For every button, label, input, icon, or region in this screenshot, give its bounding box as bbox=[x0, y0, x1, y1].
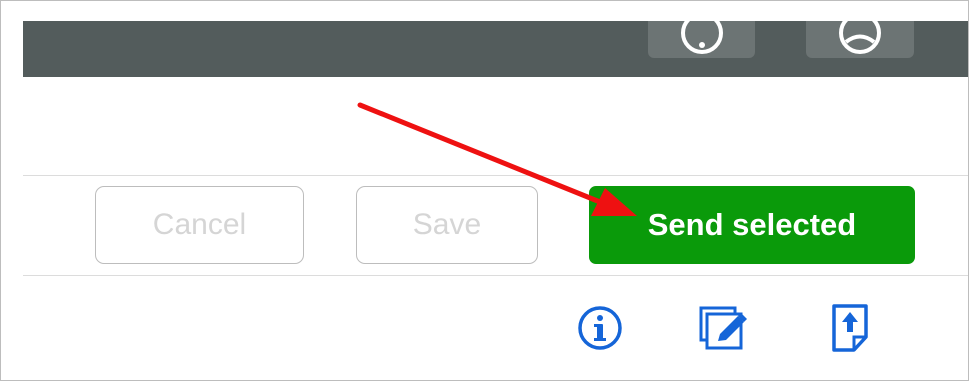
save-button[interactable]: Save bbox=[356, 186, 538, 264]
bottom-divider bbox=[23, 275, 968, 276]
send-selected-button[interactable]: Send selected bbox=[589, 186, 915, 264]
info-icon bbox=[578, 306, 622, 350]
edit-icon bbox=[699, 306, 747, 350]
edit-button[interactable] bbox=[698, 305, 747, 351]
info-button[interactable] bbox=[577, 305, 623, 351]
upload-document-icon bbox=[832, 304, 868, 352]
app-frame: Cancel Save Send selected bbox=[0, 0, 969, 381]
help-circle-icon bbox=[680, 12, 723, 54]
upload-document-button[interactable] bbox=[830, 303, 876, 352]
cancel-button[interactable]: Cancel bbox=[95, 186, 304, 264]
user-circle-icon bbox=[839, 12, 881, 54]
help-button[interactable] bbox=[648, 12, 755, 58]
top-navigation-bar bbox=[23, 12, 968, 77]
top-divider bbox=[23, 175, 968, 176]
user-account-button[interactable] bbox=[806, 12, 914, 58]
